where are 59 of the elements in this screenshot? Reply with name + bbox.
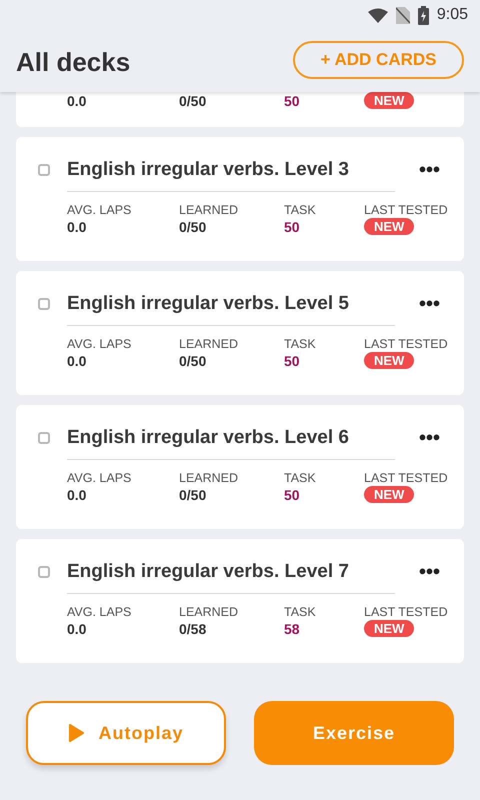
stat-label: TASK bbox=[284, 202, 317, 218]
stat-label: AVG. LAPS bbox=[67, 336, 132, 352]
deck-card[interactable]: English irregular verbs. Level 7 ••• AVG. LAPS 0.0 LEARNED 0/58 TASK 58 LAST TESTED NEW bbox=[16, 539, 464, 663]
checkbox[interactable] bbox=[38, 566, 50, 578]
stat-label: LEARNED bbox=[179, 202, 240, 218]
stat-value: 0.0 bbox=[67, 352, 88, 370]
stat-value: 50 bbox=[284, 218, 301, 236]
stat-value: 50 bbox=[284, 352, 301, 370]
stat-label: LAST TESTED bbox=[364, 202, 449, 218]
stat-label: TASK bbox=[284, 604, 317, 620]
stat-value: 0/50 bbox=[179, 486, 208, 504]
wifi-icon bbox=[368, 8, 388, 22]
stat-label: LAST TESTED bbox=[364, 470, 449, 486]
deck-title[interactable]: English irregular verbs. Level 6 bbox=[67, 425, 349, 451]
new-badge: NEW bbox=[364, 218, 414, 235]
stat-value: 0.0 bbox=[67, 92, 88, 110]
stat-value: 0/58 bbox=[179, 620, 208, 638]
stat-label: LEARNED bbox=[179, 336, 240, 352]
new-badge: NEW bbox=[364, 352, 414, 369]
status-time: 9:05 bbox=[436, 5, 468, 25]
stat-label: AVG. LAPS bbox=[67, 202, 132, 218]
deck-title[interactable]: English irregular verbs. Level 5 bbox=[67, 291, 349, 317]
more-menu-button[interactable]: ••• bbox=[418, 294, 440, 314]
stat-value: 0/50 bbox=[179, 218, 208, 236]
deck-card[interactable]: 0.0 0/50 50 NEW bbox=[16, 92, 464, 127]
more-menu-button[interactable]: ••• bbox=[418, 562, 440, 582]
stat-value: 0.0 bbox=[67, 486, 88, 504]
stat-value: 58 bbox=[284, 620, 301, 638]
stat-value: 0/50 bbox=[179, 352, 208, 370]
more-menu-button[interactable]: ••• bbox=[418, 428, 440, 448]
stat-label: TASK bbox=[284, 470, 317, 486]
stat-label: AVG. LAPS bbox=[67, 470, 132, 486]
stat-label: LAST TESTED bbox=[364, 336, 449, 352]
checkbox[interactable] bbox=[38, 164, 50, 176]
new-badge: NEW bbox=[364, 92, 414, 109]
stat-label: TASK bbox=[284, 336, 317, 352]
battery-charging-icon bbox=[418, 6, 429, 24]
stat-label: AVG. LAPS bbox=[67, 604, 132, 620]
no-sim-icon bbox=[396, 6, 410, 24]
new-badge: NEW bbox=[364, 620, 414, 637]
checkbox[interactable] bbox=[38, 298, 50, 310]
play-icon bbox=[68, 724, 84, 742]
stat-value: 0.0 bbox=[67, 620, 88, 638]
stat-value: 0.0 bbox=[67, 218, 88, 236]
stat-label: LEARNED bbox=[179, 604, 240, 620]
deck-title[interactable]: English irregular verbs. Level 3 bbox=[67, 157, 349, 183]
more-menu-button[interactable]: ••• bbox=[418, 160, 440, 180]
deck-title[interactable]: English irregular verbs. Level 7 bbox=[67, 559, 349, 585]
deck-card[interactable]: English irregular verbs. Level 5 ••• AVG. LAPS 0.0 LEARNED 0/50 TASK 50 LAST TESTED NEW bbox=[16, 271, 464, 395]
deck-card[interactable]: English irregular verbs. Level 3 ••• AVG. LAPS 0.0 LEARNED 0/50 TASK 50 LAST TESTED NEW bbox=[16, 137, 464, 261]
stat-label: LEARNED bbox=[179, 470, 240, 486]
stat-value: 50 bbox=[284, 92, 301, 110]
page-title: All decks bbox=[16, 46, 130, 78]
stat-value: 50 bbox=[284, 486, 301, 504]
stat-label: LAST TESTED bbox=[364, 604, 449, 620]
deck-card[interactable]: English irregular verbs. Level 6 ••• AVG. LAPS 0.0 LEARNED 0/50 TASK 50 LAST TESTED NEW bbox=[16, 405, 464, 529]
checkbox[interactable] bbox=[38, 432, 50, 444]
stat-value: 0/50 bbox=[179, 92, 208, 110]
new-badge: NEW bbox=[364, 486, 414, 503]
